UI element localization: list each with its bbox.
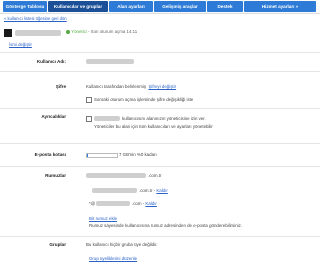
password-desc: Kullanıcı tarafından belirlenmiş Şifreyi…	[86, 84, 176, 89]
redacted-username-value	[86, 59, 134, 64]
redacted-nickname-2	[92, 188, 137, 193]
groups-text: Bu kullanıcı hiçbir gruba üye değildir.	[86, 242, 158, 247]
redacted-nickname-3	[96, 201, 130, 206]
last-login-text: - Son oturum açma 14:11	[86, 29, 138, 34]
role-label: Yönetici	[71, 29, 87, 34]
nickname-domain-3: .com	[132, 201, 142, 206]
online-status-icon	[66, 29, 70, 34]
divider	[0, 166, 320, 167]
at-sign-icon: *@	[89, 201, 96, 206]
edit-group-membership-link[interactable]: Grup üyeliklerini düzenle	[89, 256, 137, 261]
tab-domain-settings[interactable]: Alan ayarları	[109, 1, 153, 12]
tab-dashboard[interactable]: Gösterge Tablosu	[3, 1, 47, 12]
nickname-domain-1: .com.tr	[148, 173, 162, 178]
quota-text: 7 GB'nin %0 kadarı	[119, 152, 157, 157]
nickname-domain-3-row: .com - Kaldır	[132, 201, 157, 206]
password-label: Şifre	[55, 84, 66, 89]
quota-bar-fill	[87, 154, 88, 157]
tab-users-groups[interactable]: Kullanıcılar ve gruplar	[48, 1, 108, 12]
divider	[0, 143, 320, 144]
change-password-link[interactable]: Şifreyi değiştir	[149, 84, 177, 89]
privileges-text-2: Yöneticiler bu alan için tüm kullanıcıla…	[94, 124, 213, 129]
tab-service-settings[interactable]: Hizmet ayarları »	[244, 1, 316, 12]
password-change-checkbox-label: Sonraki oturum açma işleminde şifre deği…	[94, 97, 194, 102]
redacted-username	[15, 30, 61, 36]
remove-nickname-1-link[interactable]: Kaldır	[156, 188, 167, 193]
nickname-row-2: *@	[89, 201, 95, 206]
nickname-description: Rumuz sayesinde kullanıcısına rumuz adre…	[89, 223, 243, 228]
password-desc-text: Kullanıcı tarafından belirlenmiş	[86, 84, 147, 89]
quota-bar	[86, 153, 118, 158]
username-label: Kullanıcı Adı:	[36, 59, 66, 64]
user-status: Yönetici - Son oturum açma 14:11	[66, 29, 137, 34]
redacted-nickname-1	[86, 173, 146, 178]
user-photo-placeholder	[4, 29, 12, 37]
divider	[0, 52, 320, 53]
rename-link[interactable]: İsmi değiştir	[9, 42, 32, 47]
top-nav: Gösterge Tablosu Kullanıcılar ve gruplar…	[0, 0, 320, 14]
divider	[0, 108, 320, 109]
privileges-label: Ayrıcalıklar	[41, 114, 66, 119]
nickname-domain-2-row: .com.tr - Kaldır	[139, 188, 168, 193]
remove-nickname-2-link[interactable]: Kaldır	[145, 201, 156, 206]
tab-advanced-tools[interactable]: Gelişmiş araçlar	[154, 1, 206, 12]
admin-privilege-checkbox[interactable]	[86, 116, 92, 122]
quota-label: E-posta kotası	[34, 152, 66, 157]
privileges-text-1: kullanıcısını alanınızın yöneticisine iz…	[122, 116, 206, 121]
add-nickname-link[interactable]: Bir rumuz ekle	[89, 216, 117, 221]
groups-label: Gruplar	[49, 242, 66, 247]
nicknames-label: Rumuzlar	[45, 173, 66, 178]
divider	[0, 71, 320, 72]
redacted-user-name	[94, 116, 120, 121]
back-to-user-list-link[interactable]: « kullanıcı listesi öğesine geri dön	[4, 16, 67, 21]
tab-support[interactable]: Destek	[207, 1, 243, 12]
nickname-domain-2: .com.tr	[139, 188, 153, 193]
password-change-checkbox[interactable]	[86, 97, 92, 103]
divider	[0, 236, 320, 237]
